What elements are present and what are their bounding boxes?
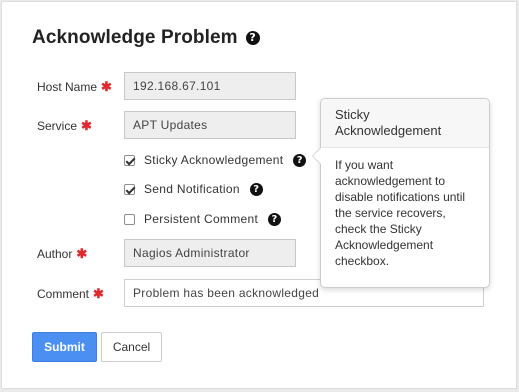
- sticky-ack-option[interactable]: Sticky Acknowledgement ?: [124, 152, 307, 168]
- acknowledge-dialog: Acknowledge Problem ? Host Name ✱ 192.16…: [1, 1, 517, 389]
- service-label: Service ✱: [37, 112, 92, 140]
- help-icon[interactable]: ?: [249, 182, 263, 196]
- required-icon: ✱: [76, 246, 88, 261]
- send-notification-option[interactable]: Send Notification ?: [124, 181, 263, 197]
- popover-body: If you want acknowledgement to disable n…: [335, 158, 466, 268]
- required-icon: ✱: [93, 286, 104, 301]
- required-icon: ✱: [101, 79, 112, 94]
- author-label: Author ✱: [37, 240, 87, 268]
- comment-label: Comment ✱: [37, 280, 104, 308]
- author-label-text: Author: [37, 247, 73, 261]
- popover-title: Sticky Acknowledgement: [321, 99, 489, 148]
- help-icon[interactable]: ?: [293, 153, 307, 167]
- dialog-title-row: Acknowledge Problem ?: [32, 27, 260, 49]
- cancel-button[interactable]: Cancel: [101, 332, 162, 362]
- send-notification-label: Send Notification: [144, 182, 240, 196]
- send-notification-checkbox[interactable]: [124, 183, 135, 195]
- submit-button[interactable]: Submit: [32, 332, 97, 362]
- help-icon[interactable]: ?: [245, 31, 260, 45]
- persistent-comment-checkbox[interactable]: [124, 213, 135, 225]
- sticky-ack-checkbox[interactable]: [124, 154, 135, 166]
- author-field: Nagios Administrator: [124, 239, 296, 267]
- persistent-comment-label: Persistent Comment: [144, 212, 259, 226]
- host-name-label-text: Host Name: [37, 80, 98, 94]
- comment-label-text: Comment: [37, 287, 90, 301]
- popover-arrow-fill: [313, 148, 321, 164]
- sticky-ack-label: Sticky Acknowledgement: [144, 153, 284, 167]
- service-field: APT Updates: [124, 111, 296, 139]
- required-icon: ✱: [81, 118, 92, 133]
- service-label-text: Service: [37, 119, 78, 133]
- help-icon[interactable]: ?: [268, 212, 282, 226]
- sticky-ack-popover: Sticky Acknowledgement If you want ackno…: [312, 98, 490, 288]
- host-name-label: Host Name ✱: [37, 73, 112, 101]
- dialog-title: Acknowledge Problem: [32, 27, 238, 48]
- persistent-comment-option[interactable]: Persistent Comment ?: [124, 211, 282, 227]
- host-name-field: 192.168.67.101: [124, 72, 296, 100]
